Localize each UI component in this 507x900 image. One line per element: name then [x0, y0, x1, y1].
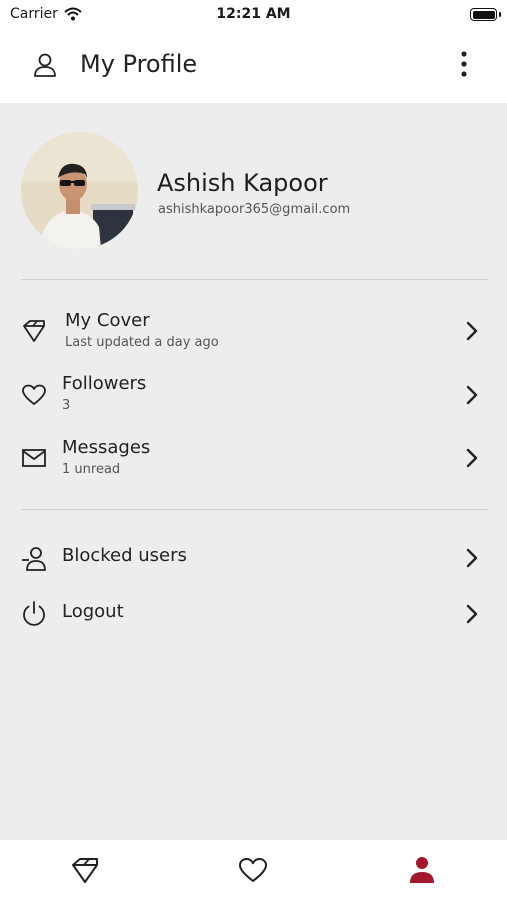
chevron-right-icon [466, 448, 478, 468]
menu-item-messages[interactable]: Messages 1 unread [0, 432, 507, 488]
chevron-right-icon [466, 548, 478, 568]
avatar[interactable] [21, 132, 138, 249]
menu-item-my-cover[interactable]: My Cover Last updated a day ago [0, 304, 507, 360]
power-icon [23, 601, 45, 626]
tab-cover-diamond-icon[interactable] [69, 854, 101, 886]
menu-item-label: Blocked users [62, 545, 187, 566]
profile-name: Ashish Kapoor [157, 169, 328, 197]
menu-item-logout[interactable]: Logout [0, 586, 507, 642]
diamond-icon [23, 320, 45, 342]
profile-email: ashishkapoor365@gmail.com [158, 202, 351, 217]
menu-item-label: Messages [62, 437, 151, 458]
tab-followers-heart-icon[interactable] [237, 854, 269, 886]
menu-item-followers[interactable]: Followers 3 [0, 368, 507, 424]
avatar-image [21, 132, 138, 249]
tab-bar [0, 840, 507, 900]
chevron-right-icon [466, 604, 478, 624]
chevron-right-icon [466, 321, 478, 341]
app-bar: My Profile [0, 30, 507, 103]
page-title: My Profile [80, 50, 198, 78]
profile-header: Ashish Kapoor ashishkapoor365@gmail.com [0, 103, 507, 279]
status-bar: Carrier 12:21 AM [0, 0, 507, 30]
chevron-right-icon [466, 385, 478, 405]
battery-tip [499, 12, 501, 17]
menu-item-sublabel: Last updated a day ago [65, 335, 219, 350]
menu-item-label: My Cover [65, 310, 150, 331]
more-options-icon[interactable] [452, 48, 476, 80]
menu-item-sublabel: 3 [62, 398, 71, 413]
tab-profile-person-icon[interactable] [406, 854, 438, 886]
section-divider [21, 509, 488, 510]
heart-icon [22, 384, 46, 405]
section-divider [21, 279, 488, 280]
battery-icon [470, 8, 497, 21]
menu-item-sublabel: 1 unread [62, 462, 121, 477]
menu-item-label: Followers [62, 373, 147, 394]
mail-icon [22, 449, 46, 467]
profile-icon [34, 53, 56, 77]
menu-item-label: Logout [62, 601, 124, 622]
status-time: 12:21 AM [216, 6, 291, 22]
menu-item-blocked-users[interactable]: Blocked users [0, 530, 507, 586]
user-blocked-icon [22, 547, 46, 571]
